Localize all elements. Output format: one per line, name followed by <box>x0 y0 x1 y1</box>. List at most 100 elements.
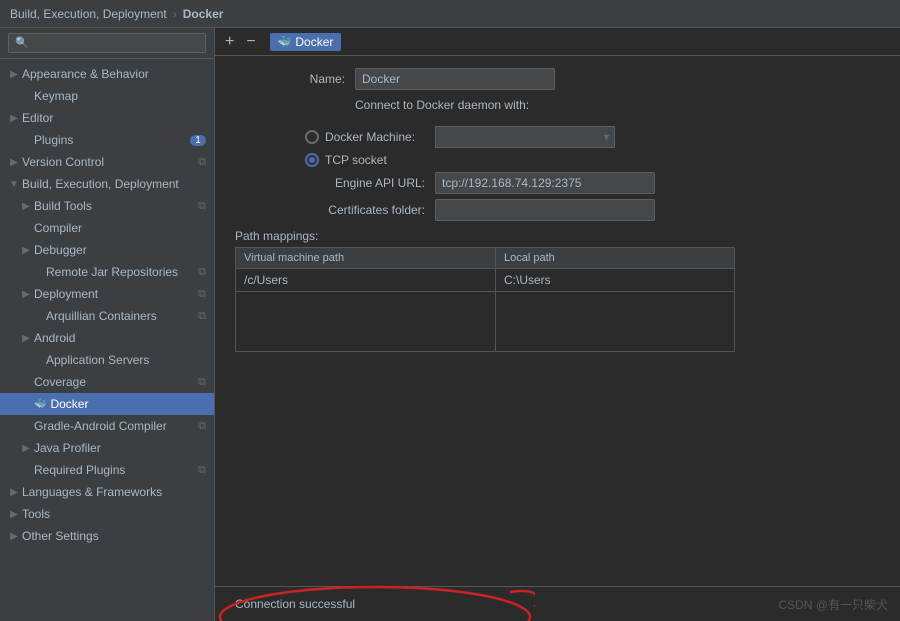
sidebar-item-languages[interactable]: Languages & Frameworks <box>0 481 214 503</box>
sidebar-item-plugins[interactable]: Plugins 1 <box>0 129 214 151</box>
sidebar-item-build-tools[interactable]: Build Tools ⧉ <box>0 195 214 217</box>
copy-icon-arquillian: ⧉ <box>198 310 206 323</box>
search-box[interactable] <box>0 28 214 59</box>
expand-arrow-deployment <box>20 288 32 300</box>
expand-arrow-tools <box>8 508 20 520</box>
copy-icon-gradle-android: ⧉ <box>198 420 206 433</box>
sidebar-item-deployment[interactable]: Deployment ⧉ <box>0 283 214 305</box>
connection-status-text: Connection successful <box>235 597 355 611</box>
mappings-table: Virtual machine path Local path /c/Users… <box>235 247 735 352</box>
empty-cell-2 <box>496 292 735 352</box>
table-row: /c/Users C:\Users <box>236 269 735 292</box>
expand-arrow-java-profiler <box>20 442 32 454</box>
search-input[interactable] <box>8 33 206 53</box>
docker-list-icon: 🐳 <box>278 35 292 48</box>
engine-api-row: Engine API URL: <box>235 172 880 194</box>
sidebar-item-app-servers[interactable]: Application Servers <box>0 349 214 371</box>
sidebar-label-deployment: Deployment <box>34 287 98 301</box>
expand-arrow-debugger <box>20 244 32 256</box>
name-input[interactable] <box>355 68 555 90</box>
table-empty-row <box>236 292 735 352</box>
expand-arrow-other-settings <box>8 530 20 542</box>
remove-button[interactable]: − <box>244 34 257 50</box>
sidebar-item-docker[interactable]: 🐳 Docker <box>0 393 214 415</box>
tcp-socket-radio[interactable] <box>305 153 319 167</box>
main-content: Appearance & Behavior Keymap Editor Plug… <box>0 28 900 621</box>
sidebar-label-build-exec: Build, Execution, Deployment <box>22 177 179 191</box>
sidebar-label-keymap: Keymap <box>34 89 78 103</box>
sidebar-label-tools: Tools <box>22 507 50 521</box>
sidebar-item-version-control[interactable]: Version Control ⧉ <box>0 151 214 173</box>
sidebar: Appearance & Behavior Keymap Editor Plug… <box>0 28 215 621</box>
sidebar-item-compiler[interactable]: Compiler <box>0 217 214 239</box>
path-mappings-label: Path mappings: <box>235 229 880 243</box>
breadcrumb: Build, Execution, Deployment › Docker <box>10 7 223 21</box>
name-label: Name: <box>235 72 355 86</box>
sidebar-item-arquillian[interactable]: Arquillian Containers ⧉ <box>0 305 214 327</box>
sidebar-item-debugger[interactable]: Debugger <box>0 239 214 261</box>
sidebar-item-required-plugins[interactable]: Required Plugins ⧉ <box>0 459 214 481</box>
connect-section: Connect to Docker daemon with: Docker Ma… <box>235 98 880 221</box>
local-path-cell: C:\Users <box>496 269 735 292</box>
sidebar-item-build-exec[interactable]: Build, Execution, Deployment <box>0 173 214 195</box>
sidebar-label-java-profiler: Java Profiler <box>34 441 101 455</box>
sidebar-item-appearance[interactable]: Appearance & Behavior <box>0 63 214 85</box>
sidebar-label-gradle-android: Gradle-Android Compiler <box>34 419 167 433</box>
sidebar-label-plugins: Plugins <box>34 133 73 147</box>
sidebar-label-other-settings: Other Settings <box>22 529 99 543</box>
top-bar: Build, Execution, Deployment › Docker <box>0 0 900 28</box>
expand-arrow-android <box>20 332 32 344</box>
add-button[interactable]: + <box>223 34 236 50</box>
path-mappings-section: Path mappings: Virtual machine path Loca… <box>235 229 880 352</box>
sidebar-item-editor[interactable]: Editor <box>0 107 214 129</box>
certificates-row: Certificates folder: <box>235 199 880 221</box>
sidebar-item-tools[interactable]: Tools <box>0 503 214 525</box>
expand-arrow-version-control <box>8 156 20 168</box>
sidebar-item-android[interactable]: Android <box>0 327 214 349</box>
docker-machine-select[interactable] <box>435 126 615 148</box>
docker-machine-radio[interactable] <box>305 130 319 144</box>
vm-path-cell: /c/Users <box>236 269 496 292</box>
sidebar-label-docker: Docker <box>50 397 88 411</box>
connect-label-row: Connect to Docker daemon with: <box>235 98 880 118</box>
sidebar-item-keymap[interactable]: Keymap <box>0 85 214 107</box>
copy-icon-deployment: ⧉ <box>198 288 206 301</box>
connect-label: Connect to Docker daemon with: <box>355 98 529 112</box>
tcp-socket-label: TCP socket <box>325 153 387 167</box>
sidebar-label-debugger: Debugger <box>34 243 87 257</box>
watermark: CSDN @有一只柴犬 <box>778 596 888 613</box>
tcp-socket-row: TCP socket <box>235 153 880 167</box>
sidebar-item-gradle-android[interactable]: Gradle-Android Compiler ⧉ <box>0 415 214 437</box>
sidebar-item-coverage[interactable]: Coverage ⧉ <box>0 371 214 393</box>
sidebar-item-remote-jar[interactable]: Remote Jar Repositories ⧉ <box>0 261 214 283</box>
name-row: Name: <box>235 68 880 90</box>
sidebar-label-remote-jar: Remote Jar Repositories <box>46 265 178 279</box>
expand-arrow-build-exec <box>8 178 20 190</box>
expand-arrow-languages <box>8 486 20 498</box>
engine-api-input[interactable] <box>435 172 655 194</box>
sidebar-label-compiler: Compiler <box>34 221 82 235</box>
copy-icon-coverage: ⧉ <box>198 376 206 389</box>
engine-api-label: Engine API URL: <box>305 176 435 190</box>
docker-machine-label: Docker Machine: <box>325 130 435 144</box>
breadcrumb-separator: › <box>173 7 177 21</box>
empty-cell-1 <box>236 292 496 352</box>
sidebar-item-java-profiler[interactable]: Java Profiler <box>0 437 214 459</box>
sidebar-label-coverage: Coverage <box>34 375 86 389</box>
sidebar-label-appearance: Appearance & Behavior <box>22 67 149 81</box>
panel-toolbar: + − 🐳 Docker <box>215 28 900 56</box>
copy-icon-build-tools: ⧉ <box>198 200 206 213</box>
sidebar-label-required-plugins: Required Plugins <box>34 463 125 477</box>
sidebar-label-android: Android <box>34 331 75 345</box>
sidebar-label-build-tools: Build Tools <box>34 199 92 213</box>
docker-icon: 🐳 <box>34 399 46 410</box>
sidebar-label-app-servers: Application Servers <box>46 353 149 367</box>
copy-icon-version-control: ⧉ <box>198 156 206 169</box>
sidebar-label-languages: Languages & Frameworks <box>22 485 162 499</box>
certificates-input[interactable] <box>435 199 655 221</box>
expand-arrow-build-tools <box>20 200 32 212</box>
col-local-path: Local path <box>496 248 735 269</box>
sidebar-label-version-control: Version Control <box>22 155 104 169</box>
expand-arrow-appearance <box>8 68 20 80</box>
sidebar-item-other-settings[interactable]: Other Settings <box>0 525 214 547</box>
